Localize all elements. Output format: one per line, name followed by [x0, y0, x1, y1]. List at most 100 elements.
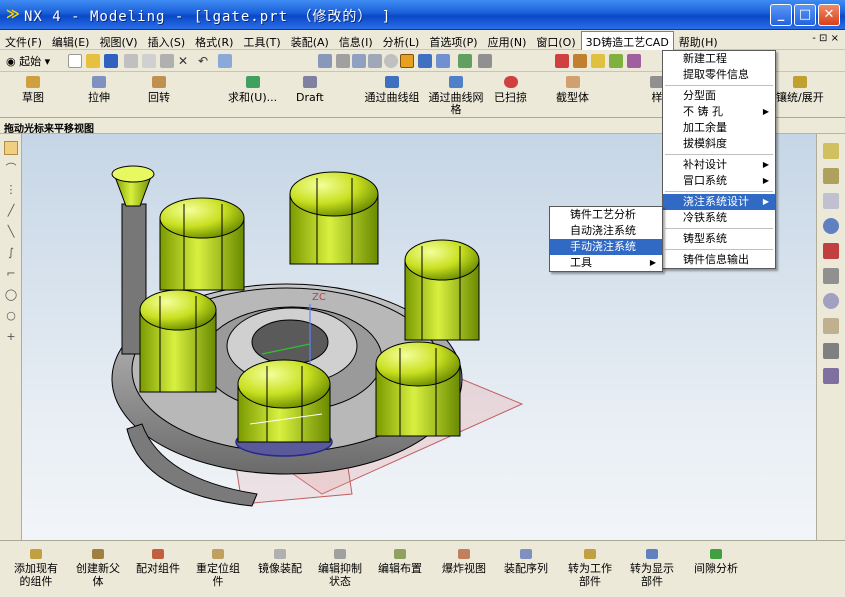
color-icon[interactable]: [627, 54, 641, 68]
assembly-sequence-button[interactable]: 装配序列: [504, 549, 548, 575]
section-body-button[interactable]: 截型体: [556, 76, 589, 104]
new-file-icon[interactable]: [68, 54, 82, 68]
nx-app-icon[interactable]: ≫: [6, 8, 20, 22]
submenu-item-auto-gating[interactable]: 自动浇注系统: [550, 223, 662, 239]
revolve-button[interactable]: 回转: [148, 76, 170, 104]
swept-button[interactable]: 已扫掠: [494, 76, 527, 104]
polyline-icon[interactable]: ╲: [4, 225, 18, 239]
through-curve-mesh-button[interactable]: 通过曲线网格: [426, 76, 486, 116]
reposition-component-button[interactable]: 重定位组件: [196, 549, 240, 588]
mdi-window-controls[interactable]: - ⊡ ×: [812, 33, 839, 44]
clearance-analysis-button[interactable]: 间隙分析: [694, 549, 738, 575]
exploded-view-button[interactable]: 爆炸视图: [442, 549, 486, 575]
maximize-button[interactable]: □: [794, 4, 816, 26]
pouring-cup-top[interactable]: [111, 165, 155, 183]
magnify-icon[interactable]: [368, 54, 382, 68]
arc-icon[interactable]: ⌒: [4, 162, 18, 176]
menu-item-mold-system[interactable]: 铸型系统: [663, 231, 775, 247]
dotted-line-icon[interactable]: ⋮: [4, 183, 18, 197]
extrude-button[interactable]: 拉伸: [88, 76, 110, 104]
cut-icon[interactable]: [124, 54, 138, 68]
hub-bore[interactable]: [251, 319, 329, 365]
menu-item-machining-allowance[interactable]: 加工余量: [663, 120, 775, 136]
submenu-item-casting-process-analysis[interactable]: 铸件工艺分析: [550, 207, 662, 223]
menu-item-casting-info-output[interactable]: 铸件信息输出: [663, 252, 775, 268]
mate-component-button[interactable]: 配对组件: [136, 549, 180, 575]
menu-item-parting-surface[interactable]: 分型面: [663, 88, 775, 104]
system-materials-icon[interactable]: [823, 293, 839, 309]
curve-icon[interactable]: ∫: [4, 246, 18, 260]
measure-icon[interactable]: [573, 54, 587, 68]
minimize-button[interactable]: _: [770, 4, 792, 26]
reuse-library-icon[interactable]: [823, 318, 839, 334]
shaded-view-icon[interactable]: [400, 54, 414, 68]
inspect-icon[interactable]: [591, 54, 605, 68]
sketch-button[interactable]: 草图: [22, 76, 44, 104]
selection-filter-icon[interactable]: [218, 54, 232, 68]
make-displayed-part-button[interactable]: 转为显示 部件: [630, 549, 674, 588]
add-existing-component-button[interactable]: 添加现有 的组件: [14, 549, 58, 588]
history-icon[interactable]: [823, 193, 839, 209]
riser-right[interactable]: [404, 239, 480, 341]
web-browser-icon[interactable]: [823, 218, 839, 234]
start-button[interactable]: ◉ 起始 ▾: [6, 53, 50, 69]
open-folder-icon[interactable]: [86, 54, 100, 68]
knowledge-fusion-icon[interactable]: [823, 368, 839, 384]
riser-top-center[interactable]: [289, 171, 379, 265]
menu-item-padding-design[interactable]: 补衬设计 ▶: [663, 157, 775, 173]
create-new-parent-button[interactable]: 创建新父体: [76, 549, 120, 588]
riser-bottom-center[interactable]: [235, 359, 333, 457]
edit-suppression-button[interactable]: 编辑抑制 状态: [318, 549, 362, 588]
role-icon[interactable]: [823, 268, 839, 284]
fit-view-icon[interactable]: [318, 54, 332, 68]
unite-label: 求和(U)...: [228, 91, 278, 104]
process-studio-icon[interactable]: [823, 343, 839, 359]
circle-icon[interactable]: ◯: [4, 288, 18, 302]
tool-icon[interactable]: [609, 54, 623, 68]
edit-arrangement-button[interactable]: 编辑布置: [378, 549, 422, 575]
make-work-part-button[interactable]: 转为工作 部件: [568, 549, 612, 588]
render-style-icon[interactable]: [418, 54, 432, 68]
layer-icon[interactable]: [458, 54, 472, 68]
menu-item-new-project[interactable]: 新建工程: [663, 51, 775, 67]
palette-icon[interactable]: [823, 243, 839, 259]
zoom-icon[interactable]: [336, 54, 350, 68]
menu-item-gating-system-design[interactable]: 浇注系统设计 ▶: [663, 194, 775, 210]
line-icon[interactable]: ╱: [4, 204, 18, 218]
riser-system-label: 冒口系统: [683, 174, 727, 187]
point-icon[interactable]: +: [4, 330, 18, 344]
submenu-item-tools[interactable]: 工具 ▶: [550, 255, 662, 271]
unfold-button[interactable]: 镶统/展开: [776, 76, 824, 104]
unite-button[interactable]: 求和(U)...: [228, 76, 277, 104]
delete-icon[interactable]: ✕: [178, 54, 192, 68]
undo-icon[interactable]: ↶: [198, 54, 212, 68]
part-navigator-icon[interactable]: [823, 168, 839, 184]
save-icon[interactable]: [104, 54, 118, 68]
menu-item-draft-angle[interactable]: 拔模斜度: [663, 136, 775, 152]
menu-separator: [665, 85, 773, 86]
submenu-item-manual-gating[interactable]: 手动浇注系统: [550, 239, 662, 255]
menu-item-extract-part-info[interactable]: 提取零件信息: [663, 67, 775, 83]
paste-icon[interactable]: [160, 54, 174, 68]
pan-icon[interactable]: [352, 54, 366, 68]
copy-icon[interactable]: [142, 54, 156, 68]
view-orientation-icon[interactable]: [436, 54, 450, 68]
menu-item-riser-system[interactable]: 冒口系统 ▶: [663, 173, 775, 189]
selection-icon[interactable]: [4, 141, 18, 155]
rotate-icon[interactable]: [384, 54, 398, 68]
menu-item-chill-system[interactable]: 冷铁系统: [663, 210, 775, 226]
snap-icon[interactable]: [555, 54, 569, 68]
menu-item-uncast-hole[interactable]: 不 铸 孔 ▶: [663, 104, 775, 120]
display-icon[interactable]: [478, 54, 492, 68]
mirror-assembly-button[interactable]: 镜像装配: [258, 549, 302, 575]
through-curves-button[interactable]: 通过曲线组: [362, 76, 422, 104]
close-button[interactable]: ✕: [818, 4, 840, 26]
riser-top-left[interactable]: [159, 197, 245, 291]
draft-button[interactable]: Draft: [296, 76, 324, 104]
riser-bottom-right[interactable]: [375, 341, 461, 437]
fillet-icon[interactable]: ⌐: [4, 267, 18, 281]
parting-surface-label: 分型面: [683, 89, 716, 102]
assembly-navigator-icon[interactable]: [823, 143, 839, 159]
riser-left[interactable]: [139, 289, 217, 393]
ellipse-icon[interactable]: ○: [4, 309, 18, 323]
